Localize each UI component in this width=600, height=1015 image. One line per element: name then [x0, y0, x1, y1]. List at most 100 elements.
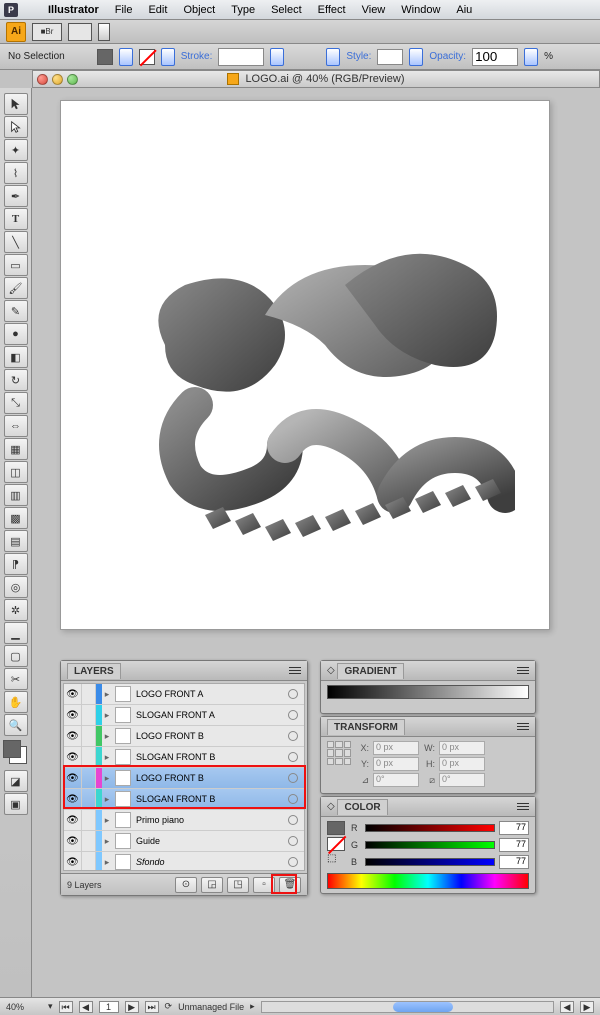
- tool-line[interactable]: ╲: [4, 231, 28, 253]
- document-arrange[interactable]: [68, 23, 92, 41]
- tool-perspective[interactable]: ▥: [4, 484, 28, 506]
- target-indicator[interactable]: [288, 857, 298, 867]
- style-swatch[interactable]: [377, 49, 403, 65]
- make-clipping-button[interactable]: ◲: [201, 877, 223, 893]
- scroll-right[interactable]: ▶: [580, 1001, 594, 1013]
- menu-type[interactable]: Type: [223, 4, 263, 16]
- zoom-level[interactable]: 40%: [6, 1002, 42, 1012]
- tool-type[interactable]: T: [4, 208, 28, 230]
- fill-dropdown[interactable]: [119, 48, 133, 66]
- menu-edit[interactable]: Edit: [140, 4, 175, 16]
- menu-object[interactable]: Object: [175, 4, 223, 16]
- tool-blend[interactable]: ◎: [4, 576, 28, 598]
- disclosure-triangle[interactable]: ▸: [102, 857, 112, 868]
- tool-draw-mode[interactable]: ▣: [4, 793, 28, 815]
- stroke-weight-dropdown[interactable]: [270, 48, 284, 66]
- gradient-collapse[interactable]: ◇: [327, 665, 335, 676]
- tool-lasso[interactable]: ⌇: [4, 162, 28, 184]
- menu-file[interactable]: File: [107, 4, 141, 16]
- visibility-toggle[interactable]: 👁: [64, 831, 82, 851]
- scroll-left[interactable]: ◀: [560, 1001, 574, 1013]
- r-value[interactable]: 77: [499, 821, 529, 835]
- tool-graph[interactable]: ▁: [4, 622, 28, 644]
- color-spectrum[interactable]: [327, 873, 529, 889]
- layers-list[interactable]: 👁▸LOGO FRONT A👁▸SLOGAN FRONT A👁▸LOGO FRO…: [63, 683, 305, 871]
- target-indicator[interactable]: [288, 815, 298, 825]
- color-fill-stroke[interactable]: ⬚: [327, 821, 345, 864]
- target-indicator[interactable]: [288, 710, 298, 720]
- transform-panel-menu[interactable]: [517, 721, 529, 733]
- tool-symbol-sprayer[interactable]: ✲: [4, 599, 28, 621]
- arrange-dropdown[interactable]: [98, 23, 110, 41]
- layer-row[interactable]: 👁▸SLOGAN FRONT B: [64, 789, 304, 810]
- bridge-button[interactable]: ■Br: [32, 23, 62, 41]
- color-tab[interactable]: COLOR: [337, 799, 387, 815]
- disclosure-triangle[interactable]: ▸: [102, 794, 112, 805]
- tool-blob-brush[interactable]: ●: [4, 323, 28, 345]
- visibility-toggle[interactable]: 👁: [64, 684, 82, 704]
- stroke-weight-input[interactable]: [218, 48, 264, 66]
- layer-row[interactable]: 👁▸Sfondo: [64, 852, 304, 871]
- b-slider[interactable]: [365, 858, 495, 866]
- menu-help[interactable]: Aiu: [448, 4, 480, 16]
- tool-shape-builder[interactable]: ◫: [4, 461, 28, 483]
- brush-dropdown[interactable]: [326, 48, 340, 66]
- fill-stroke-indicator[interactable]: [3, 740, 29, 766]
- color-panel-menu[interactable]: [517, 801, 529, 813]
- target-indicator[interactable]: [288, 773, 298, 783]
- gradient-preview[interactable]: [327, 685, 529, 699]
- window-close[interactable]: [37, 74, 48, 85]
- layer-row[interactable]: 👁▸SLOGAN FRONT B: [64, 747, 304, 768]
- color-stroke[interactable]: [327, 837, 345, 851]
- layer-name[interactable]: LOGO FRONT B: [134, 731, 288, 741]
- visibility-toggle[interactable]: 👁: [64, 789, 82, 809]
- lock-toggle[interactable]: [82, 747, 96, 767]
- new-layer-button[interactable]: ▫: [253, 877, 275, 893]
- disclosure-triangle[interactable]: ▸: [102, 773, 112, 784]
- layer-name[interactable]: LOGO FRONT B: [134, 773, 288, 783]
- g-value[interactable]: 77: [499, 838, 529, 852]
- layer-name[interactable]: Primo piano: [134, 815, 288, 825]
- tool-paintbrush[interactable]: 🖌: [4, 277, 28, 299]
- artboard-next[interactable]: ▶: [125, 1001, 139, 1013]
- tool-mesh[interactable]: ▩: [4, 507, 28, 529]
- layer-row[interactable]: 👁▸Primo piano: [64, 810, 304, 831]
- tool-rectangle[interactable]: ▭: [4, 254, 28, 276]
- w-value[interactable]: 0 px: [439, 741, 485, 755]
- lock-toggle[interactable]: [82, 789, 96, 809]
- layer-name[interactable]: SLOGAN FRONT A: [134, 710, 288, 720]
- tool-magic-wand[interactable]: ✦: [4, 139, 28, 161]
- shear-value[interactable]: 0°: [439, 773, 485, 787]
- y-value[interactable]: 0 px: [373, 757, 419, 771]
- tool-scale[interactable]: ⤡: [4, 392, 28, 414]
- lock-toggle[interactable]: [82, 726, 96, 746]
- tool-screen-mode[interactable]: ◪: [4, 770, 28, 792]
- target-indicator[interactable]: [288, 731, 298, 741]
- target-indicator[interactable]: [288, 752, 298, 762]
- tool-rotate[interactable]: ↻: [4, 369, 28, 391]
- tool-gradient[interactable]: ▤: [4, 530, 28, 552]
- lock-toggle[interactable]: [82, 768, 96, 788]
- layer-name[interactable]: Guide: [134, 836, 288, 846]
- reference-point[interactable]: [327, 741, 351, 765]
- locate-object-button[interactable]: ⊙: [175, 877, 197, 893]
- layer-row[interactable]: 👁▸Guide: [64, 831, 304, 852]
- gradient-panel-menu[interactable]: [517, 665, 529, 677]
- visibility-toggle[interactable]: 👁: [64, 747, 82, 767]
- delete-layer-button[interactable]: 🗑: [279, 877, 301, 893]
- tool-direct-select[interactable]: [4, 116, 28, 138]
- h-value[interactable]: 0 px: [439, 757, 485, 771]
- lock-toggle[interactable]: [82, 852, 96, 871]
- lock-toggle[interactable]: [82, 831, 96, 851]
- artboard-last[interactable]: ⏭: [145, 1001, 159, 1013]
- layers-panel-menu[interactable]: [289, 665, 301, 677]
- layer-row[interactable]: 👁▸SLOGAN FRONT A: [64, 705, 304, 726]
- style-dropdown[interactable]: [409, 48, 423, 66]
- menu-window[interactable]: Window: [393, 4, 448, 16]
- gradient-tab[interactable]: GRADIENT: [337, 663, 403, 679]
- target-indicator[interactable]: [288, 689, 298, 699]
- visibility-toggle[interactable]: 👁: [64, 726, 82, 746]
- visibility-toggle[interactable]: 👁: [64, 810, 82, 830]
- layer-row[interactable]: 👁 ▸ LOGO FRONT B: [64, 768, 304, 789]
- visibility-toggle[interactable]: 👁: [64, 768, 82, 788]
